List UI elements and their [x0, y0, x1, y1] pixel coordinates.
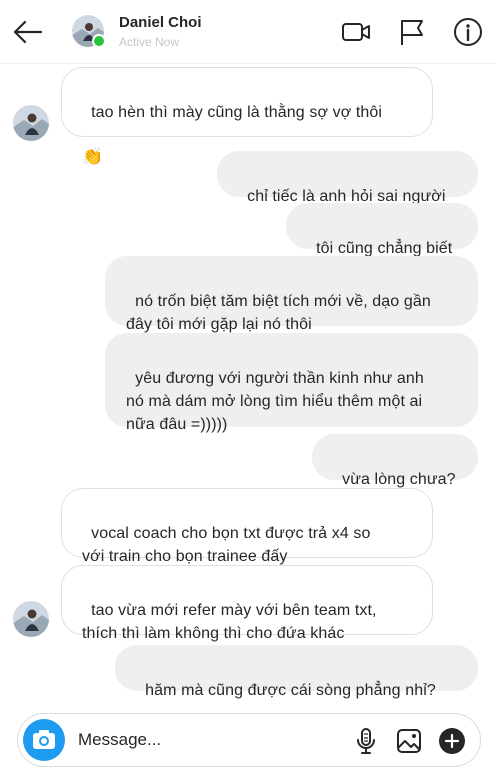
message-bubble[interactable]: tôi cũng chẳng biết	[286, 203, 478, 257]
message-input[interactable]	[78, 727, 338, 753]
plus-circle-icon[interactable]	[437, 726, 467, 756]
chat-header: Daniel Choi Active Now	[0, 0, 496, 64]
message-bubble[interactable]: hăm mà cũng được cái sòng phẳng nhỉ?	[115, 645, 478, 699]
message-text: tôi cũng chẳng biết	[316, 240, 453, 257]
message-bubble[interactable]: chỉ tiếc là anh hỏi sai người	[217, 151, 478, 205]
message-text: tao vừa mới refer mày với bên team txt, …	[82, 602, 377, 642]
video-call-icon[interactable]	[340, 16, 372, 48]
contact-name[interactable]: Daniel Choi	[119, 14, 202, 31]
message-text: vừa lòng chưa?	[342, 471, 456, 488]
message-bubble[interactable]: tao vừa mới refer mày với bên team txt, …	[61, 565, 433, 642]
message-text: tao hèn thì mày cũng là thằng sợ vợ thôi	[91, 104, 383, 121]
message-text: hăm mà cũng được cái sòng phẳng nhỉ?	[145, 682, 436, 699]
flag-icon[interactable]	[396, 16, 428, 48]
sender-avatar[interactable]	[13, 601, 49, 637]
message-text: nó trốn biệt tăm biệt tích mới về, dạo g…	[126, 293, 431, 333]
message-bubble[interactable]: vừa lòng chưa?	[312, 434, 478, 488]
online-status-dot	[92, 34, 106, 48]
microphone-icon[interactable]	[351, 726, 381, 756]
back-arrow-icon[interactable]	[10, 14, 46, 50]
message-bubble[interactable]: tao hèn thì mày cũng là thằng sợ vợ thôi…	[61, 67, 433, 166]
contact-status: Active Now	[119, 35, 180, 49]
message-bubble[interactable]: vocal coach cho bọn txt được trả x4 so v…	[61, 488, 433, 565]
camera-icon	[33, 730, 55, 749]
sender-avatar[interactable]	[13, 105, 49, 141]
message-text: yêu đương với người thần kinh như anh nó…	[126, 370, 424, 433]
message-bubble[interactable]: yêu đương với người thần kinh như anh nó…	[105, 333, 478, 433]
camera-button[interactable]	[23, 719, 65, 761]
image-icon[interactable]	[394, 726, 424, 756]
message-composer	[17, 713, 481, 767]
message-text: vocal coach cho bọn txt được trả x4 so v…	[82, 525, 371, 565]
info-icon[interactable]	[452, 16, 484, 48]
message-bubble[interactable]: nó trốn biệt tăm biệt tích mới về, dạo g…	[105, 256, 478, 333]
